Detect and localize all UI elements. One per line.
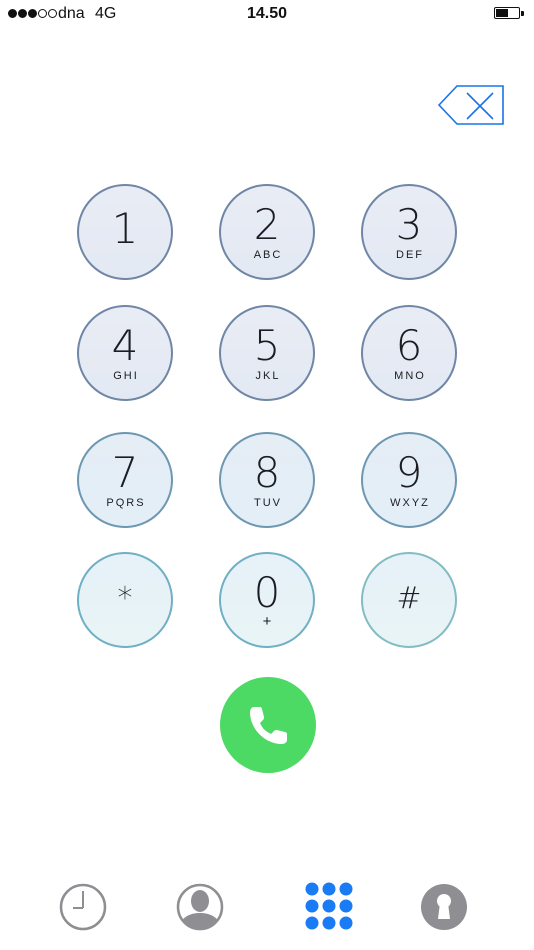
key-star[interactable]: * xyxy=(77,552,173,648)
key-letters: MNO xyxy=(394,370,426,382)
call-button[interactable] xyxy=(220,677,316,773)
key-0[interactable]: 0 + xyxy=(219,552,315,648)
voicemail-keyhole-icon xyxy=(421,884,467,930)
key-9[interactable]: 9 WXYZ xyxy=(361,432,457,528)
key-digit: 0 xyxy=(253,568,281,617)
key-1[interactable]: 1 xyxy=(77,184,173,280)
key-digit: 2 xyxy=(253,200,281,249)
key-digit: 5 xyxy=(253,321,281,370)
key-4[interactable]: 4 GHI xyxy=(77,305,173,401)
key-digit: 9 xyxy=(395,448,423,497)
tab-keypad[interactable] xyxy=(298,876,358,936)
tab-voicemail[interactable] xyxy=(414,876,474,936)
contacts-person-icon xyxy=(176,883,224,931)
key-letters: GHI xyxy=(113,370,139,382)
tab-contacts[interactable] xyxy=(170,876,230,936)
key-letters: TUV xyxy=(254,497,282,509)
key-7[interactable]: 7 PQRS xyxy=(77,432,173,528)
tab-recents[interactable] xyxy=(53,876,113,936)
key-digit: 3 xyxy=(395,200,423,249)
key-letters: WXYZ xyxy=(390,497,430,509)
recents-clock-icon xyxy=(59,883,107,931)
delete-button[interactable] xyxy=(436,84,506,126)
key-letters: + xyxy=(262,613,272,630)
status-time: 14.50 xyxy=(246,5,288,22)
key-letters: DEF xyxy=(396,249,424,261)
key-6[interactable]: 6 MNO xyxy=(361,305,457,401)
key-letters: JKL xyxy=(255,370,281,382)
key-hash[interactable]: # xyxy=(361,552,457,648)
key-3[interactable]: 3 DEF xyxy=(361,184,457,280)
key-letters: PQRS xyxy=(106,497,146,509)
key-digit: 1 xyxy=(111,204,139,253)
key-digit: 6 xyxy=(395,321,423,370)
key-digit: 4 xyxy=(111,321,139,370)
battery-icon xyxy=(494,7,524,19)
phone-icon xyxy=(250,707,287,744)
key-5[interactable]: 5 JKL xyxy=(219,305,315,401)
status-bar: dna 4G 14.50 xyxy=(0,0,534,28)
key-8[interactable]: 8 TUV xyxy=(219,432,315,528)
key-digit: * xyxy=(117,581,133,616)
key-2[interactable]: 2 ABC xyxy=(219,184,315,280)
key-digit: 8 xyxy=(253,448,281,497)
delete-backspace-icon xyxy=(437,85,504,125)
key-digit: # xyxy=(396,581,422,616)
keypad-grid-icon xyxy=(305,882,353,930)
key-digit: 7 xyxy=(111,448,139,497)
key-letters: ABC xyxy=(253,249,283,261)
